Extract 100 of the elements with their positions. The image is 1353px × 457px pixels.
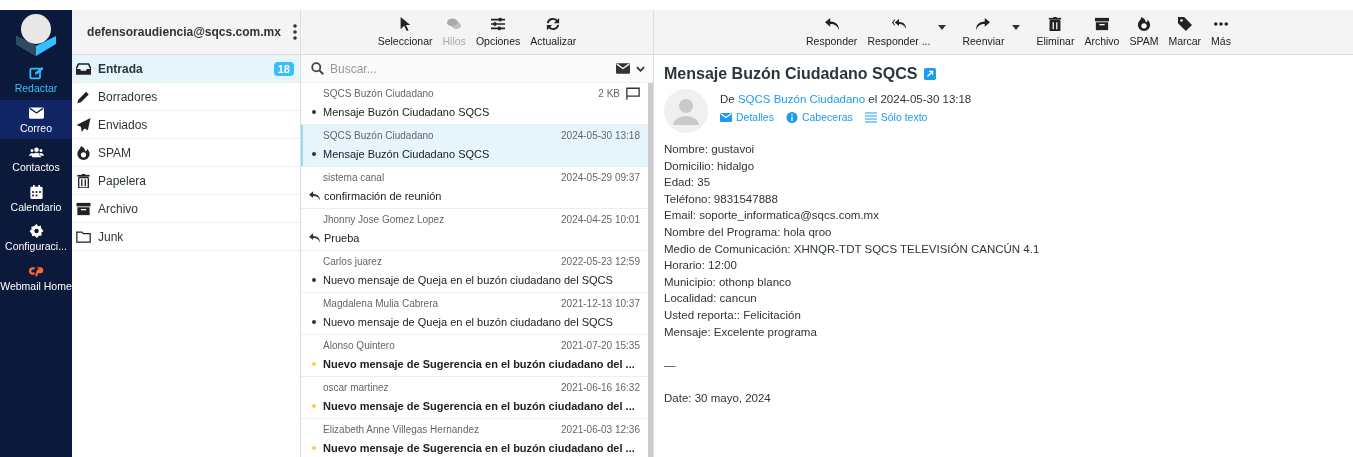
- toolbar-button[interactable]: Opciones: [471, 15, 525, 49]
- body-line: Nombre: gustavoi: [664, 142, 756, 157]
- message-title: Mensaje Buzón Ciudadano SQCS: [664, 65, 918, 83]
- archive-box-icon: [76, 201, 91, 216]
- message-subject: confirmación de reunión: [324, 190, 442, 202]
- nav-item[interactable]: Redactar: [0, 60, 72, 100]
- folder-icon: [76, 229, 91, 244]
- inbox-icon: [76, 61, 91, 76]
- avatar-silhouette-icon: [664, 89, 708, 133]
- envelope-icon[interactable]: [616, 63, 630, 74]
- toolbar-button[interactable]: Actualizar: [526, 15, 581, 49]
- sender-name: SQCS Buzón Ciudadano: [323, 87, 435, 99]
- body-line: Mensaje: Excelente programa: [664, 324, 818, 340]
- menu-icon[interactable]: [292, 24, 297, 40]
- read-dot: [312, 152, 316, 156]
- flag-icon[interactable]: [626, 86, 640, 100]
- archive-box-icon: [1094, 17, 1109, 31]
- toolbar-button[interactable]: Eliminar: [1032, 15, 1079, 49]
- reply-arrow-icon: [309, 233, 320, 243]
- toolbar-button[interactable]: Más: [1207, 15, 1235, 49]
- trash-icon: [1048, 17, 1063, 31]
- paper-plane-icon: [76, 117, 91, 132]
- sender-name: sistema canal: [323, 171, 386, 183]
- body-line: Email: soporte_informatica@sqcs.com.mx: [664, 208, 880, 224]
- settings-icon: [28, 224, 44, 239]
- dropdown-caret-icon[interactable]: [1012, 25, 1021, 30]
- sender-name: Carlos juarez: [323, 255, 383, 267]
- toolbar-button[interactable]: Marcar: [1164, 15, 1206, 49]
- trash-icon: [76, 173, 91, 188]
- refresh-icon: [546, 17, 561, 31]
- message-date: 2024-05-30 13:18: [561, 129, 640, 141]
- read-dot: [312, 278, 316, 282]
- toolbar-button[interactable]: Responder ...: [863, 15, 957, 49]
- tag-icon: [1177, 17, 1192, 31]
- unread-dot: [312, 362, 316, 366]
- search-icon: [311, 62, 324, 75]
- sender-name: Magdalena Mulia Cabrera: [323, 297, 440, 309]
- compose-icon: [28, 66, 44, 80]
- body-line: Horario: 12:00: [664, 258, 738, 274]
- signature-separator: —: [664, 357, 677, 373]
- envelope-icon: [720, 111, 732, 123]
- message-date: 2021-07-20 15:35: [561, 339, 640, 351]
- message-date: 2021-12-13 10:37: [561, 297, 640, 309]
- dropdown-caret-icon[interactable]: [938, 25, 947, 30]
- nav-item[interactable]: Correo: [0, 99, 72, 140]
- forward-arrow-icon: [976, 17, 991, 31]
- search-field[interactable]: Buscar...: [330, 61, 610, 76]
- message-subject: Nuevo mensaje de Sugerencia en el buzón ciudadano del ...: [323, 358, 635, 370]
- body-line: Date: 30 mayo, 2024: [664, 390, 772, 406]
- people-icon: [28, 145, 44, 160]
- nav-item[interactable]: Webmail Home: [0, 257, 72, 298]
- message-date: 2 KB: [598, 87, 620, 99]
- calendar-icon: [28, 184, 44, 199]
- reply-arrow-icon: [309, 191, 320, 201]
- cube-logo-icon[interactable]: [14, 12, 58, 56]
- message-subject: Nuevo mensaje de Queja en el buzón ciudadano del SQCS: [323, 274, 613, 286]
- unread-dot: [312, 404, 316, 408]
- body-line: Localidad: cancun: [664, 291, 758, 307]
- message-subject: Mensaje Buzón Ciudadano SQCS: [323, 148, 490, 160]
- nav-item[interactable]: Contactos: [0, 139, 72, 179]
- message-item[interactable]: SQCS Buzón Ciudadano 2024-05-30 13:18 Mensaje Buzón Ciudadano SQCS: [301, 125, 648, 167]
- toolbar-button[interactable]: SPAM: [1125, 15, 1163, 49]
- reply-all-icon: [891, 17, 906, 31]
- body-line: Domicilio: hidalgo: [664, 158, 756, 174]
- message-date: 2024-04-25 10:01: [561, 213, 640, 225]
- body-line: Teléfono: 9831547888: [664, 191, 779, 207]
- scrollbar[interactable]: [648, 83, 653, 457]
- toolbar-button[interactable]: Seleccionar: [373, 15, 437, 49]
- folder-item[interactable]: Entrada 18: [72, 55, 300, 83]
- sliders-icon: [491, 17, 506, 31]
- message-date: 2021-06-16 16:32: [561, 381, 640, 393]
- sender-name: Jhonny Jose Gomez Lopez: [323, 213, 446, 225]
- reply-arrow-icon: [824, 17, 839, 31]
- nav-item[interactable]: Configuraci...: [0, 218, 72, 258]
- toolbar-button[interactable]: Reenviar: [958, 15, 1031, 49]
- sender-line: De SQCS Buzón Ciudadano el 2024-05-30 13:18: [720, 93, 972, 105]
- open-external-icon[interactable]: [924, 68, 937, 80]
- sender-name: Alonso Quintero: [323, 339, 396, 351]
- body-line: Nombre del Programa: hola qroo: [664, 224, 833, 240]
- message-date: 2021-06-03 12:36: [561, 423, 640, 435]
- nav-item[interactable]: Calendario: [0, 178, 72, 219]
- read-dot: [312, 320, 316, 324]
- chat-bubbles-icon: [447, 17, 462, 31]
- message-subject: Mensaje Buzón Ciudadano SQCS: [323, 106, 490, 118]
- body-line: Municipio: othonp blanco: [664, 274, 793, 290]
- search-bar[interactable]: Buscar...: [301, 55, 653, 83]
- chevron-down-icon[interactable]: [636, 65, 645, 72]
- message-subject: Nuevo mensaje de Queja en el buzón ciudadano del SQCS: [323, 316, 613, 328]
- message-date: 2022-05-23 12:59: [561, 255, 640, 267]
- lines-icon: [864, 111, 877, 123]
- toolbar-button[interactable]: Responder: [802, 15, 862, 49]
- message-subject: Prueba: [324, 232, 360, 244]
- body-line: Medio de Comunicación: XHNQR-TDT SQCS TELEVISIÓN CANCÚN 4.1: [664, 241, 1041, 257]
- toolbar-button[interactable]: Archivo: [1080, 15, 1124, 49]
- message-date: 2024-05-29 09:37: [561, 171, 640, 183]
- body-line: Edad: 35: [664, 175, 712, 191]
- sender-name: Elizabeth Anne Villegas Hernandez: [323, 423, 481, 435]
- sender-name: SQCS Buzón Ciudadano: [323, 129, 435, 141]
- account-email: defensoraudiencia@sqcs.com.mx: [87, 25, 281, 39]
- read-dot: [312, 110, 316, 114]
